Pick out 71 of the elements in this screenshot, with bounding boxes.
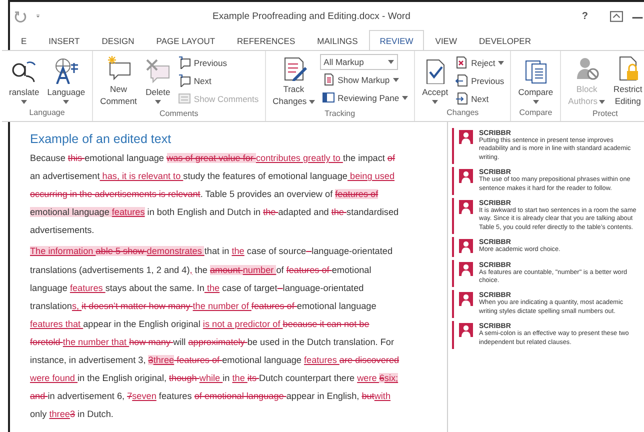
- document-line: Because this emotional language was of great value for contributes greatly to the impact of: [30, 152, 396, 165]
- next-change-icon: [455, 92, 468, 105]
- document-line: language features stays about the same. In the case of target -language-orientated: [30, 282, 365, 295]
- ribbon-button[interactable]: Reject: [453, 54, 506, 71]
- next-comment-icon: [178, 74, 191, 87]
- avatar-icon: [459, 169, 473, 184]
- delete-comment-icon: [144, 58, 171, 84]
- markup-dropdown[interactable]: All Markup: [320, 54, 398, 70]
- avatar-icon: [459, 292, 473, 306]
- ribbon-tab[interactable]: PAGE LAYOUT: [145, 30, 226, 50]
- document-line: advertisements.: [30, 224, 96, 238]
- ribbon-tab[interactable]: REFERENCES: [226, 30, 306, 50]
- document-line: The information able 5 show demonstrates that in the case of source -language-orientated: [30, 245, 394, 258]
- compare-icon: [522, 58, 549, 84]
- ribbon-tab[interactable]: MAILINGS: [306, 30, 369, 50]
- document-line: foretold the number that how many will approximately be used in the Dutch translation. For: [30, 336, 395, 349]
- pane-icon: [322, 91, 335, 104]
- reject-icon: [455, 56, 468, 69]
- group-label: Protect: [592, 109, 619, 120]
- ribbon-button[interactable]: Previous: [176, 54, 261, 71]
- avatar-icon: [459, 323, 473, 338]
- group-label: Tracking: [324, 109, 356, 120]
- comments-list-icon: [178, 92, 191, 105]
- help-button[interactable]: ?: [582, 10, 588, 22]
- document-line: features that appear in the English original is not a predictor of because it can not be: [30, 318, 370, 331]
- previous-change-icon: [455, 74, 468, 87]
- group-label: Language: [28, 108, 66, 119]
- document-heading: Example of an edited text: [30, 132, 172, 146]
- new-comment-icon: [106, 55, 132, 81]
- ribbon-tab[interactable]: VIEW: [424, 30, 468, 50]
- globe-letter-icon: [53, 58, 80, 84]
- ribbon-button[interactable]: Compare: [515, 53, 556, 108]
- ribbon-button[interactable]: Track Changes: [270, 53, 318, 109]
- markup-document-icon: [322, 73, 335, 86]
- ribbon-button[interactable]: Show Markup: [320, 71, 410, 88]
- document-line: only three3 in Dutch.: [30, 408, 114, 422]
- document-line: emotional language features in both English and Dutch in the adapted and the standardised: [30, 206, 400, 220]
- ribbon-tab[interactable]: INSERT: [38, 30, 91, 50]
- document-line: translations (advertisements 1, 2 and 4), the amount number of features of emotional: [30, 264, 372, 277]
- ribbon-button[interactable]: Previous: [453, 72, 506, 89]
- ribbon-tab[interactable]: REVIEW: [368, 30, 424, 50]
- ribbon-button[interactable]: Next: [176, 72, 261, 89]
- undo-icon[interactable]: [14, 10, 27, 22]
- avatar-icon: [459, 239, 473, 254]
- document-line: an advertisement has, it is relevant to study the features of emotional language being used: [30, 170, 396, 184]
- ribbon-display-icon[interactable]: [610, 10, 623, 22]
- ribbon-button[interactable]: Next: [453, 90, 506, 107]
- ribbon-tab[interactable]: DESIGN: [90, 30, 146, 50]
- avatar-icon: [459, 200, 473, 214]
- window-title: Example Proofreading and Editing.docx - Word: [212, 10, 412, 22]
- ribbon-tab[interactable]: DEVELOPER: [468, 30, 542, 50]
- group-label: Compare: [518, 108, 554, 119]
- group-label: Changes: [446, 108, 480, 119]
- customize-icon[interactable]: [35, 14, 41, 18]
- avatar-icon: [459, 130, 473, 144]
- ribbon-button[interactable]: Accept: [419, 53, 452, 108]
- ribbon-button[interactable]: ranslate: [6, 53, 42, 108]
- ribbon-button[interactable]: New Comment: [97, 53, 140, 109]
- document-line: were found in the English original, though while in the its Dutch counterpart there were 6six;: [30, 372, 400, 386]
- document-line: translations, it doesn’t matter how many the number of features of emotional language: [30, 300, 378, 313]
- ribbon-tab[interactable]: E: [10, 30, 38, 50]
- ribbon-button[interactable]: Restrict Editing: [610, 53, 644, 109]
- previous-comment-icon: [178, 56, 191, 69]
- ribbon-button[interactable]: Reviewing Pane: [320, 89, 410, 106]
- ribbon-button[interactable]: Delete: [142, 53, 174, 109]
- group-label: Comments: [158, 109, 200, 120]
- ribbon-button[interactable]: Language: [44, 53, 88, 108]
- document-line: and in advertisement 6, 7seven features of emotional language appear in English, butwith: [30, 390, 392, 404]
- document-line: instance, in advertisement 3, 3three features of emotional language features are discovered: [30, 354, 400, 368]
- document-line: occurring in the advertisements is relevant. Table 5 provides an overview of features of: [30, 188, 380, 202]
- avatar-icon: [459, 262, 473, 276]
